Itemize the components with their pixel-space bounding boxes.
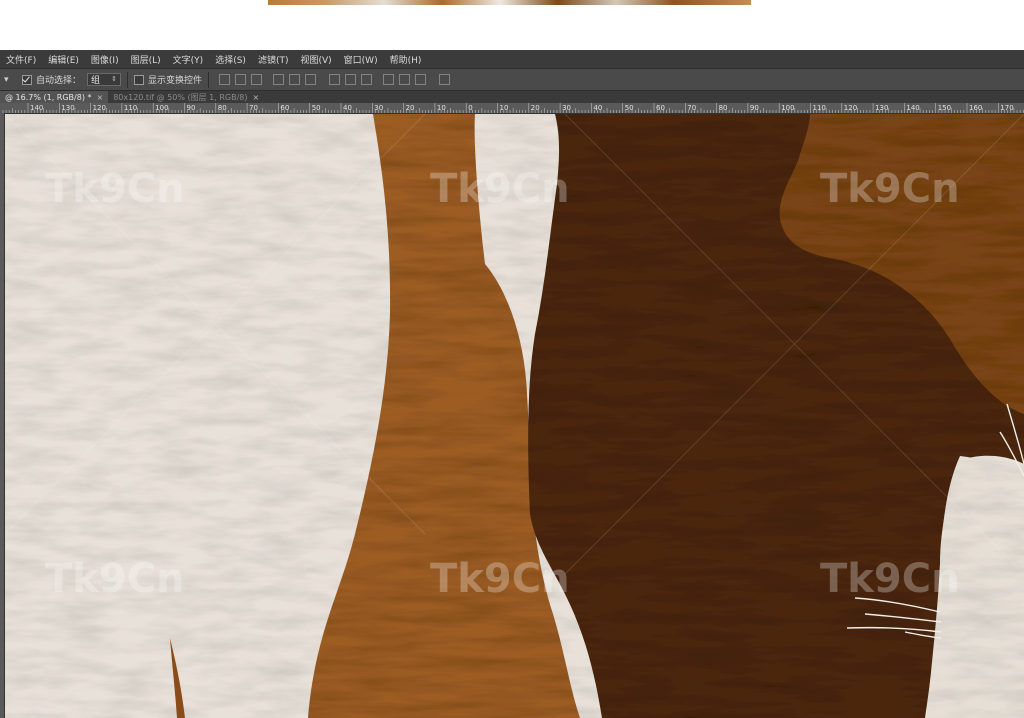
ruler-label: 120	[93, 104, 106, 112]
image-thumbnail-strip	[268, 0, 751, 5]
document-tabs: @ 16.7% (1, RGB/8) * × 80x120.tif @ 50% …	[0, 91, 1024, 103]
ruler-label: 60	[280, 104, 289, 112]
ruler-label: 70	[687, 104, 696, 112]
ruler-label: 10	[437, 104, 446, 112]
ruler-label: 70	[249, 104, 258, 112]
ruler-label: 50	[625, 104, 634, 112]
ruler-label: 130	[61, 104, 74, 112]
menu-select[interactable]: 选择(S)	[209, 53, 252, 66]
menu-help[interactable]: 帮助(H)	[384, 53, 428, 66]
artwork: Tk9Cn Tk9Cn Tk9Cn Tk9Cn Tk9Cn Tk9Cn	[5, 114, 1024, 718]
close-icon[interactable]: ×	[97, 93, 104, 102]
ruler-label: 160	[969, 104, 982, 112]
align-top-edges-icon[interactable]	[219, 74, 231, 85]
ruler-label: 100	[155, 104, 168, 112]
ruler-label: 130	[875, 104, 888, 112]
ruler-label: 60	[656, 104, 665, 112]
align-vertical-centers-icon[interactable]	[235, 74, 247, 85]
ruler-label: 80	[218, 104, 227, 112]
align-bottom-edges-icon[interactable]	[251, 74, 263, 85]
document-canvas[interactable]: Tk9Cn Tk9Cn Tk9Cn Tk9Cn Tk9Cn Tk9Cn	[5, 114, 1024, 718]
tab-label: 80x120.tif @ 50% (图层 1, RGB/8)	[113, 92, 248, 102]
ruler-label: 110	[124, 104, 137, 112]
watermark-text: Tk9Cn	[45, 556, 185, 602]
ruler-label: 100	[781, 104, 794, 112]
ruler-label: 20	[406, 104, 415, 112]
align-distribute-tools	[219, 74, 451, 85]
align-right-edges-icon[interactable]	[305, 74, 317, 85]
align-left-edges-icon[interactable]	[273, 74, 285, 85]
tab-label: @ 16.7% (1, RGB/8) *	[5, 92, 92, 102]
ruler-scale: 140 130 120 110 100 90 80 70 60 50 40 30 20 10 0 10 20 30…	[2, 103, 1024, 113]
ruler-label: 50	[312, 104, 321, 112]
menu-edit[interactable]: 编辑(E)	[42, 53, 85, 66]
tab-active-document[interactable]: @ 16.7% (1, RGB/8) * ×	[0, 91, 109, 103]
distribute-left-icon[interactable]	[383, 74, 395, 85]
show-transform-controls-checkbox[interactable]	[134, 74, 145, 85]
options-bar: ▾ 自动选择： 组 ⇕ 显示变换控件	[0, 68, 1024, 91]
watermark-text: Tk9Cn	[430, 166, 570, 212]
ruler-label: 90	[750, 104, 759, 112]
auto-select-label: 自动选择：	[36, 76, 82, 86]
menubar: 文件(F) 编辑(E) 图像(I) 图层(L) 文字(Y) 选择(S) 滤镜(T…	[0, 50, 1024, 68]
tab-80x120-document[interactable]: 80x120.tif @ 50% (图层 1, RGB/8) ×	[108, 91, 264, 103]
ruler-label: 80	[719, 104, 728, 112]
menu-filter[interactable]: 滤镜(T)	[252, 53, 295, 66]
menu-layer[interactable]: 图层(L)	[125, 53, 167, 66]
ruler-label: 40	[593, 104, 602, 112]
options-divider	[127, 71, 129, 88]
distribute-vertical-centers-icon[interactable]	[345, 74, 357, 85]
options-divider	[208, 71, 210, 88]
menu-window[interactable]: 窗口(W)	[338, 53, 384, 66]
align-horizontal-centers-icon[interactable]	[289, 74, 301, 85]
horizontal-ruler[interactable]: 140 130 120 110 100 90 80 70 60 50 40 30 20 10 0 10 20 30…	[0, 103, 1024, 114]
show-transform-controls-label: 显示变换控件	[148, 76, 203, 86]
photoshop-window: 文件(F) 编辑(E) 图像(I) 图层(L) 文字(Y) 选择(S) 滤镜(T…	[0, 50, 1024, 718]
watermark-text: Tk9Cn	[820, 166, 960, 212]
ruler-label: 120	[844, 104, 857, 112]
auto-select-target-dropdown[interactable]: 组 ⇕	[87, 73, 122, 86]
auto-select-target-value: 组	[91, 76, 101, 86]
watermark-text: Tk9Cn	[45, 166, 185, 212]
menu-image[interactable]: 图像(I)	[85, 53, 125, 66]
distribute-right-icon[interactable]	[415, 74, 427, 85]
distribute-top-icon[interactable]	[329, 74, 341, 85]
ruler-label: 20	[531, 104, 540, 112]
ruler-label: 170	[1000, 104, 1013, 112]
ruler-label: 0	[468, 104, 472, 112]
distribute-horizontal-centers-icon[interactable]	[399, 74, 411, 85]
auto-align-layers-icon[interactable]	[439, 74, 451, 85]
top-margin	[0, 0, 1024, 50]
menu-file[interactable]: 文件(F)	[0, 53, 42, 66]
menu-type[interactable]: 文字(Y)	[167, 53, 210, 66]
menu-view[interactable]: 视图(V)	[294, 53, 337, 66]
ruler-label: 30	[562, 104, 571, 112]
ruler-label: 10	[500, 104, 509, 112]
auto-select-checkbox[interactable]	[22, 74, 32, 85]
ruler-label: 110	[813, 104, 826, 112]
ruler-label: 90	[187, 104, 196, 112]
watermark-text: Tk9Cn	[430, 556, 570, 602]
ruler-label: 140	[30, 104, 43, 112]
ruler-label: 40	[343, 104, 352, 112]
ruler-label: 30	[374, 104, 383, 112]
ruler-label: 150	[938, 104, 951, 112]
close-icon[interactable]: ×	[253, 93, 260, 102]
ruler-label: 140	[906, 104, 919, 112]
watermark-text: Tk9Cn	[820, 556, 960, 602]
distribute-bottom-icon[interactable]	[361, 74, 373, 85]
tool-preset-arrow-icon[interactable]: ▾	[4, 75, 14, 85]
dropdown-arrow-icon: ⇕	[111, 75, 118, 83]
